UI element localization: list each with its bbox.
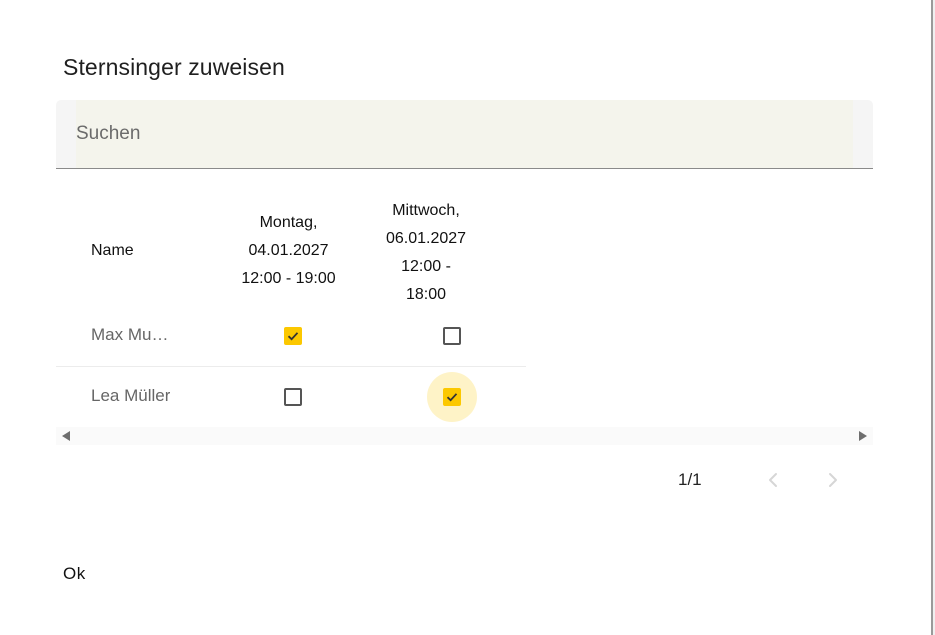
column-header-wednesday-time-start: 12:00 - bbox=[401, 258, 451, 275]
dialog-title: Sternsinger zuweisen bbox=[63, 54, 285, 80]
search-field[interactable] bbox=[56, 100, 873, 169]
checkmark-icon bbox=[287, 332, 299, 341]
assignment-table: Name Montag, 04.01.2027 12:00 - 19:00 Mi… bbox=[56, 180, 873, 450]
column-header-name: Name bbox=[91, 242, 134, 259]
scroll-left-icon[interactable] bbox=[62, 431, 70, 441]
chevron-left-icon bbox=[769, 473, 777, 487]
column-header-monday-day: Montag, bbox=[259, 214, 318, 231]
table-row: Lea Müller bbox=[56, 367, 526, 427]
column-header-monday-date: 04.01.2027 bbox=[248, 242, 329, 259]
column-header-wednesday-date: 06.01.2027 bbox=[386, 230, 467, 247]
assign-checkbox[interactable] bbox=[284, 327, 302, 345]
checkmark-icon bbox=[446, 393, 458, 402]
search-input[interactable] bbox=[76, 120, 836, 148]
column-header-wednesday-day: Mittwoch, bbox=[392, 202, 460, 219]
assign-checkbox[interactable] bbox=[443, 388, 461, 406]
previous-page-button[interactable] bbox=[759, 466, 787, 494]
row-name: Max Mu… bbox=[91, 325, 169, 344]
chevron-right-icon bbox=[829, 473, 837, 487]
column-header-wednesday: Mittwoch, 06.01.2027 12:00 - 18:00 bbox=[386, 197, 466, 309]
column-header-wednesday-time-end: 18:00 bbox=[405, 286, 447, 303]
table-row: Max Mu… bbox=[56, 306, 526, 367]
horizontal-scrollbar[interactable] bbox=[56, 427, 873, 445]
column-header-monday-time: 12:00 - 19:00 bbox=[241, 270, 336, 287]
scrollbar-track bbox=[931, 0, 935, 635]
assign-checkbox[interactable] bbox=[443, 327, 461, 345]
assign-checkbox[interactable] bbox=[284, 388, 302, 406]
scroll-right-icon[interactable] bbox=[859, 431, 867, 441]
next-page-button[interactable] bbox=[819, 466, 847, 494]
column-header-monday: Montag, 04.01.2027 12:00 - 19:00 bbox=[221, 209, 356, 293]
row-name: Lea Müller bbox=[91, 386, 171, 405]
pagination-label: 1/1 bbox=[678, 470, 702, 489]
ok-button[interactable]: Ok bbox=[55, 556, 94, 592]
assign-dialog: Sternsinger zuweisen Name Montag, 04.01.… bbox=[0, 0, 930, 635]
